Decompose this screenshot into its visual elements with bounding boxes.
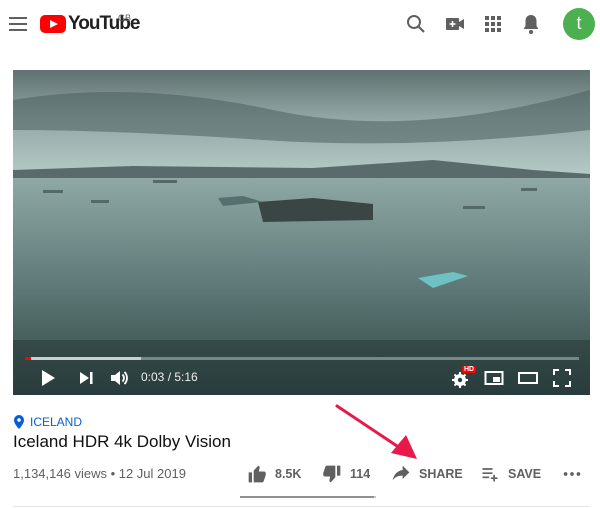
region-code: GB bbox=[118, 13, 132, 23]
miniplayer-icon[interactable] bbox=[483, 367, 505, 389]
video-frame bbox=[13, 70, 590, 395]
avatar[interactable]: t bbox=[563, 8, 595, 40]
video-title: Iceland HDR 4k Dolby Vision bbox=[13, 432, 231, 451]
hashtag-label: ICELAND bbox=[30, 415, 83, 429]
thumbs-down-icon bbox=[323, 465, 341, 483]
play-logo-icon bbox=[40, 15, 66, 33]
menu-icon[interactable] bbox=[6, 12, 30, 36]
fullscreen-icon[interactable] bbox=[551, 367, 573, 389]
playlist-add-icon bbox=[482, 468, 498, 482]
upload-date: 12 Jul 2019 bbox=[118, 466, 186, 481]
meta-separator: • bbox=[106, 466, 119, 481]
like-button[interactable]: 8.5K bbox=[247, 462, 301, 486]
hashtag-link[interactable]: ICELAND bbox=[14, 414, 82, 430]
dislike-count: 114 bbox=[350, 467, 371, 481]
volume-icon[interactable] bbox=[108, 367, 130, 389]
video-meta: 1,134,146 views • 12 Jul 2019 bbox=[13, 466, 186, 481]
apps-icon[interactable] bbox=[481, 12, 505, 36]
video-player[interactable]: 0:03 / 5:16 HD bbox=[13, 70, 590, 395]
view-count: 1,134,146 views bbox=[13, 466, 107, 481]
next-icon[interactable] bbox=[75, 367, 97, 389]
dislike-button[interactable]: 114 bbox=[322, 462, 370, 486]
settings-gear-icon[interactable]: HD bbox=[450, 366, 477, 389]
save-button[interactable]: SAVE bbox=[480, 462, 541, 486]
sentiment-bar bbox=[240, 496, 376, 498]
sentiment-like-fill bbox=[240, 496, 375, 498]
search-icon[interactable] bbox=[404, 12, 428, 36]
like-count: 8.5K bbox=[275, 467, 302, 481]
more-horizontal-icon bbox=[563, 472, 581, 476]
theater-mode-icon[interactable] bbox=[517, 367, 539, 389]
masthead: YouTube GB t bbox=[0, 0, 600, 48]
location-pin-icon bbox=[14, 415, 24, 429]
time-display: 0:03 / 5:16 bbox=[141, 370, 198, 384]
play-icon[interactable] bbox=[37, 367, 59, 389]
hd-badge: HD bbox=[462, 366, 477, 373]
share-button[interactable]: SHARE bbox=[391, 462, 463, 486]
save-label: SAVE bbox=[508, 467, 542, 481]
info-divider bbox=[13, 506, 590, 507]
share-label: SHARE bbox=[419, 467, 463, 481]
player-controls: 0:03 / 5:16 HD bbox=[13, 360, 590, 395]
notifications-icon[interactable] bbox=[519, 12, 543, 36]
create-video-icon[interactable] bbox=[443, 12, 467, 36]
thumbs-up-icon bbox=[248, 465, 266, 483]
share-arrow-icon bbox=[392, 465, 410, 481]
more-actions-button[interactable] bbox=[561, 462, 583, 486]
